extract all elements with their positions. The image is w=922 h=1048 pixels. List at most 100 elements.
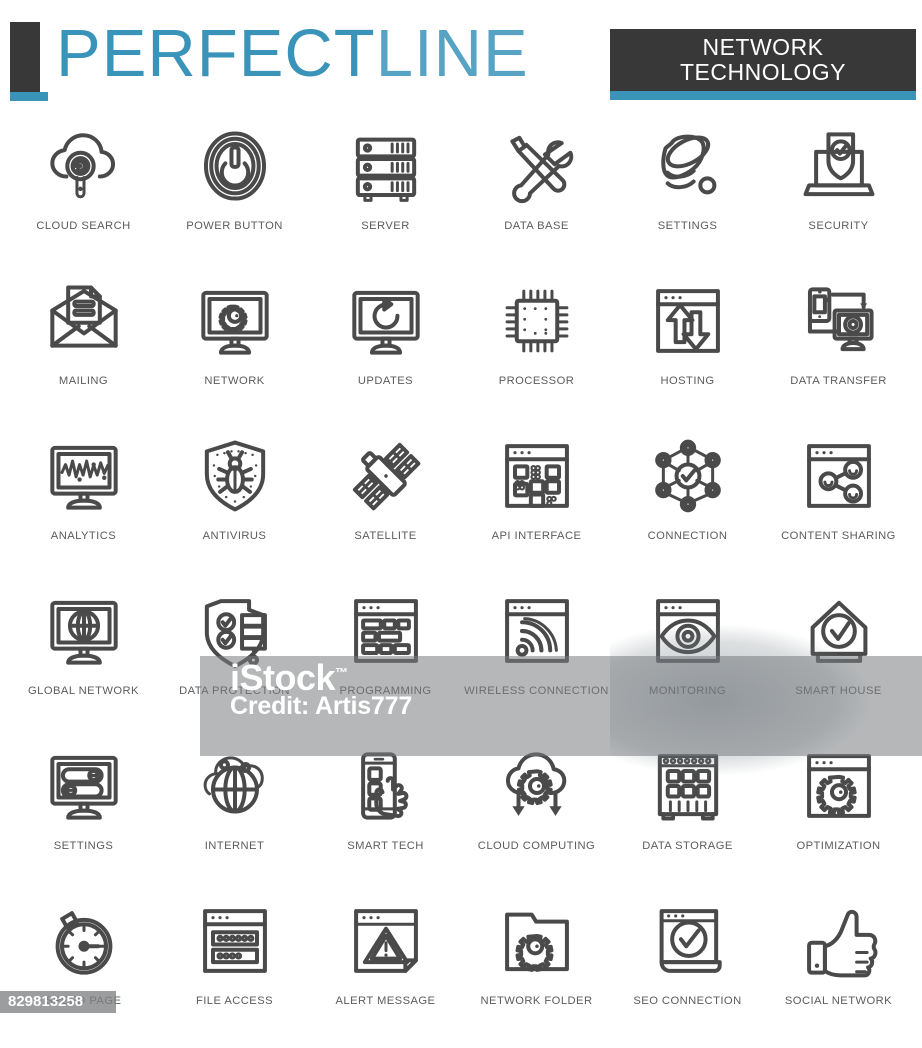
icon-cell-power-button[interactable]: POWER BUTTON bbox=[159, 118, 310, 273]
icon-cell-browser-blocks[interactable]: API INTERFACE bbox=[461, 428, 612, 583]
icon-label: NETWORK bbox=[204, 375, 265, 387]
brand-secondary-text: LINE bbox=[375, 16, 529, 91]
monitor-refresh-icon bbox=[338, 273, 434, 369]
icon-cell-browser-wifi[interactable]: WIRELESS CONNECTION bbox=[461, 583, 612, 738]
envelope-letter-icon bbox=[36, 273, 132, 369]
badge-line-1: NETWORK bbox=[702, 34, 824, 60]
icon-label: SETTINGS bbox=[657, 220, 718, 232]
browser-gear-icon bbox=[791, 738, 887, 834]
icon-label: DATA PROTECTION bbox=[179, 685, 290, 697]
icon-cell-browser-updown-arrows[interactable]: HOSTING bbox=[612, 273, 763, 428]
icon-label: ALERT MESSAGE bbox=[335, 995, 436, 1007]
icon-cell-database-cylinder[interactable]: SETTINGS bbox=[612, 118, 763, 273]
header-blue-accent-bar bbox=[10, 92, 48, 101]
icon-cell-cloud-gear-arrows[interactable]: CLOUD COMPUTING bbox=[461, 738, 612, 893]
icon-label: PROGRAMMING bbox=[339, 685, 432, 697]
icon-label: DATA TRANSFER bbox=[790, 375, 887, 387]
satellite-icon bbox=[338, 428, 434, 524]
thumbs-up-icon bbox=[791, 893, 887, 989]
icon-cell-storage-rack[interactable]: DATA STORAGE bbox=[612, 738, 763, 893]
monitor-graph-icon bbox=[36, 428, 132, 524]
icon-cell-folder-gear[interactable]: NETWORK FOLDER bbox=[461, 893, 612, 1048]
browser-eye-icon bbox=[640, 583, 736, 679]
cloud-gear-arrows-icon bbox=[489, 738, 585, 834]
icon-cell-document-warning[interactable]: ALERT MESSAGE bbox=[310, 893, 461, 1048]
icon-cell-monitor-gear[interactable]: NETWORK bbox=[159, 273, 310, 428]
icon-label: FILE ACCESS bbox=[195, 995, 274, 1007]
laptop-shield-icon bbox=[791, 118, 887, 214]
power-button-icon bbox=[187, 118, 283, 214]
icon-cell-browser-share[interactable]: CONTENT SHARING bbox=[763, 428, 914, 583]
icon-cell-wrench-screwdriver[interactable]: DATA BASE bbox=[461, 118, 612, 273]
icon-cell-browser-password-fields[interactable]: FILE ACCESS bbox=[159, 893, 310, 1048]
icon-label: MONITORING bbox=[648, 685, 726, 697]
server-icon bbox=[338, 118, 434, 214]
icon-label: ANALYTICS bbox=[50, 530, 117, 542]
document-warning-icon bbox=[338, 893, 434, 989]
icon-cell-monitor-refresh[interactable]: UPDATES bbox=[310, 273, 461, 428]
icon-cell-shield-checks-server[interactable]: DATA PROTECTION bbox=[159, 583, 310, 738]
icon-label: DATA STORAGE bbox=[642, 840, 733, 852]
icon-cell-house-check[interactable]: SMART HOUSE bbox=[763, 583, 914, 738]
database-cylinder-icon bbox=[640, 118, 736, 214]
page-header: PERFECTLINE NETWORK TECHNOLOGY bbox=[0, 0, 922, 118]
icon-cell-network-nodes-check[interactable]: CONNECTION bbox=[612, 428, 763, 583]
icon-label: SEO CONNECTION bbox=[633, 995, 742, 1007]
browser-check-icon bbox=[640, 893, 736, 989]
icon-label: CLOUD SEARCH bbox=[36, 220, 131, 232]
folder-gear-icon bbox=[489, 893, 585, 989]
monitor-globe-icon bbox=[36, 583, 132, 679]
icon-grid: CLOUD SEARCH POWER BUTTON SERVER DATA BASE S… bbox=[0, 118, 922, 1048]
icon-cell-browser-check[interactable]: SEO CONNECTION bbox=[612, 893, 763, 1048]
icon-cell-browser-code-blocks[interactable]: PROGRAMMING bbox=[310, 583, 461, 738]
icon-label: SMART HOUSE bbox=[795, 685, 882, 697]
globe-cloud-icon bbox=[187, 738, 283, 834]
icon-cell-stopwatch[interactable]: SPEED PAGE bbox=[8, 893, 159, 1048]
category-badge: NETWORK TECHNOLOGY bbox=[610, 29, 916, 91]
icon-label: CONNECTION bbox=[647, 530, 728, 542]
icon-cell-shield-bug[interactable]: ANTIVIRUS bbox=[159, 428, 310, 583]
brand-logo: PERFECTLINE bbox=[56, 20, 529, 87]
header-dark-accent-bar bbox=[10, 22, 40, 92]
icon-label: SATELLITE bbox=[354, 530, 417, 542]
storage-rack-icon bbox=[640, 738, 736, 834]
icon-label: SMART TECH bbox=[347, 840, 424, 852]
shield-checks-server-icon bbox=[187, 583, 283, 679]
monitor-gear-icon bbox=[187, 273, 283, 369]
cloud-search-icon bbox=[36, 118, 132, 214]
icon-cell-monitor-globe[interactable]: GLOBAL NETWORK bbox=[8, 583, 159, 738]
brand-primary-text: PERFECT bbox=[56, 16, 376, 91]
badge-line-2: TECHNOLOGY bbox=[679, 59, 847, 85]
icon-label: POWER BUTTON bbox=[186, 220, 283, 232]
icon-label: DATA BASE bbox=[504, 220, 569, 232]
icon-cell-cpu-chip[interactable]: PROCESSOR bbox=[461, 273, 612, 428]
icon-cell-browser-gear[interactable]: OPTIMIZATION bbox=[763, 738, 914, 893]
icon-label: PROCESSOR bbox=[498, 375, 575, 387]
icon-label: CONTENT SHARING bbox=[781, 530, 896, 542]
icon-cell-monitor-graph[interactable]: ANALYTICS bbox=[8, 428, 159, 583]
icon-cell-globe-cloud[interactable]: INTERNET bbox=[159, 738, 310, 893]
stopwatch-icon bbox=[36, 893, 132, 989]
browser-blocks-icon bbox=[489, 428, 585, 524]
browser-code-blocks-icon bbox=[338, 583, 434, 679]
browser-password-fields-icon bbox=[187, 893, 283, 989]
icon-cell-cloud-search[interactable]: CLOUD SEARCH bbox=[8, 118, 159, 273]
icon-label: SPEED PAGE bbox=[45, 995, 122, 1007]
icon-cell-envelope-letter[interactable]: MAILING bbox=[8, 273, 159, 428]
wrench-screwdriver-icon bbox=[489, 118, 585, 214]
icon-cell-browser-eye[interactable]: MONITORING bbox=[612, 583, 763, 738]
icon-cell-monitor-toggles[interactable]: SETTINGS bbox=[8, 738, 159, 893]
monitor-toggles-icon bbox=[36, 738, 132, 834]
browser-wifi-icon bbox=[489, 583, 585, 679]
icon-cell-thumbs-up[interactable]: SOCIAL NETWORK bbox=[763, 893, 914, 1048]
icon-label: GLOBAL NETWORK bbox=[28, 685, 139, 697]
icon-cell-laptop-shield[interactable]: SECURITY bbox=[763, 118, 914, 273]
icon-cell-phone-monitor-sync[interactable]: DATA TRANSFER bbox=[763, 273, 914, 428]
icon-cell-server[interactable]: SERVER bbox=[310, 118, 461, 273]
icon-cell-satellite[interactable]: SATELLITE bbox=[310, 428, 461, 583]
browser-share-icon bbox=[791, 428, 887, 524]
house-check-icon bbox=[791, 583, 887, 679]
icon-label: SETTINGS bbox=[53, 840, 114, 852]
icon-label: INTERNET bbox=[204, 840, 265, 852]
icon-cell-phone-hand-touch[interactable]: SMART TECH bbox=[310, 738, 461, 893]
